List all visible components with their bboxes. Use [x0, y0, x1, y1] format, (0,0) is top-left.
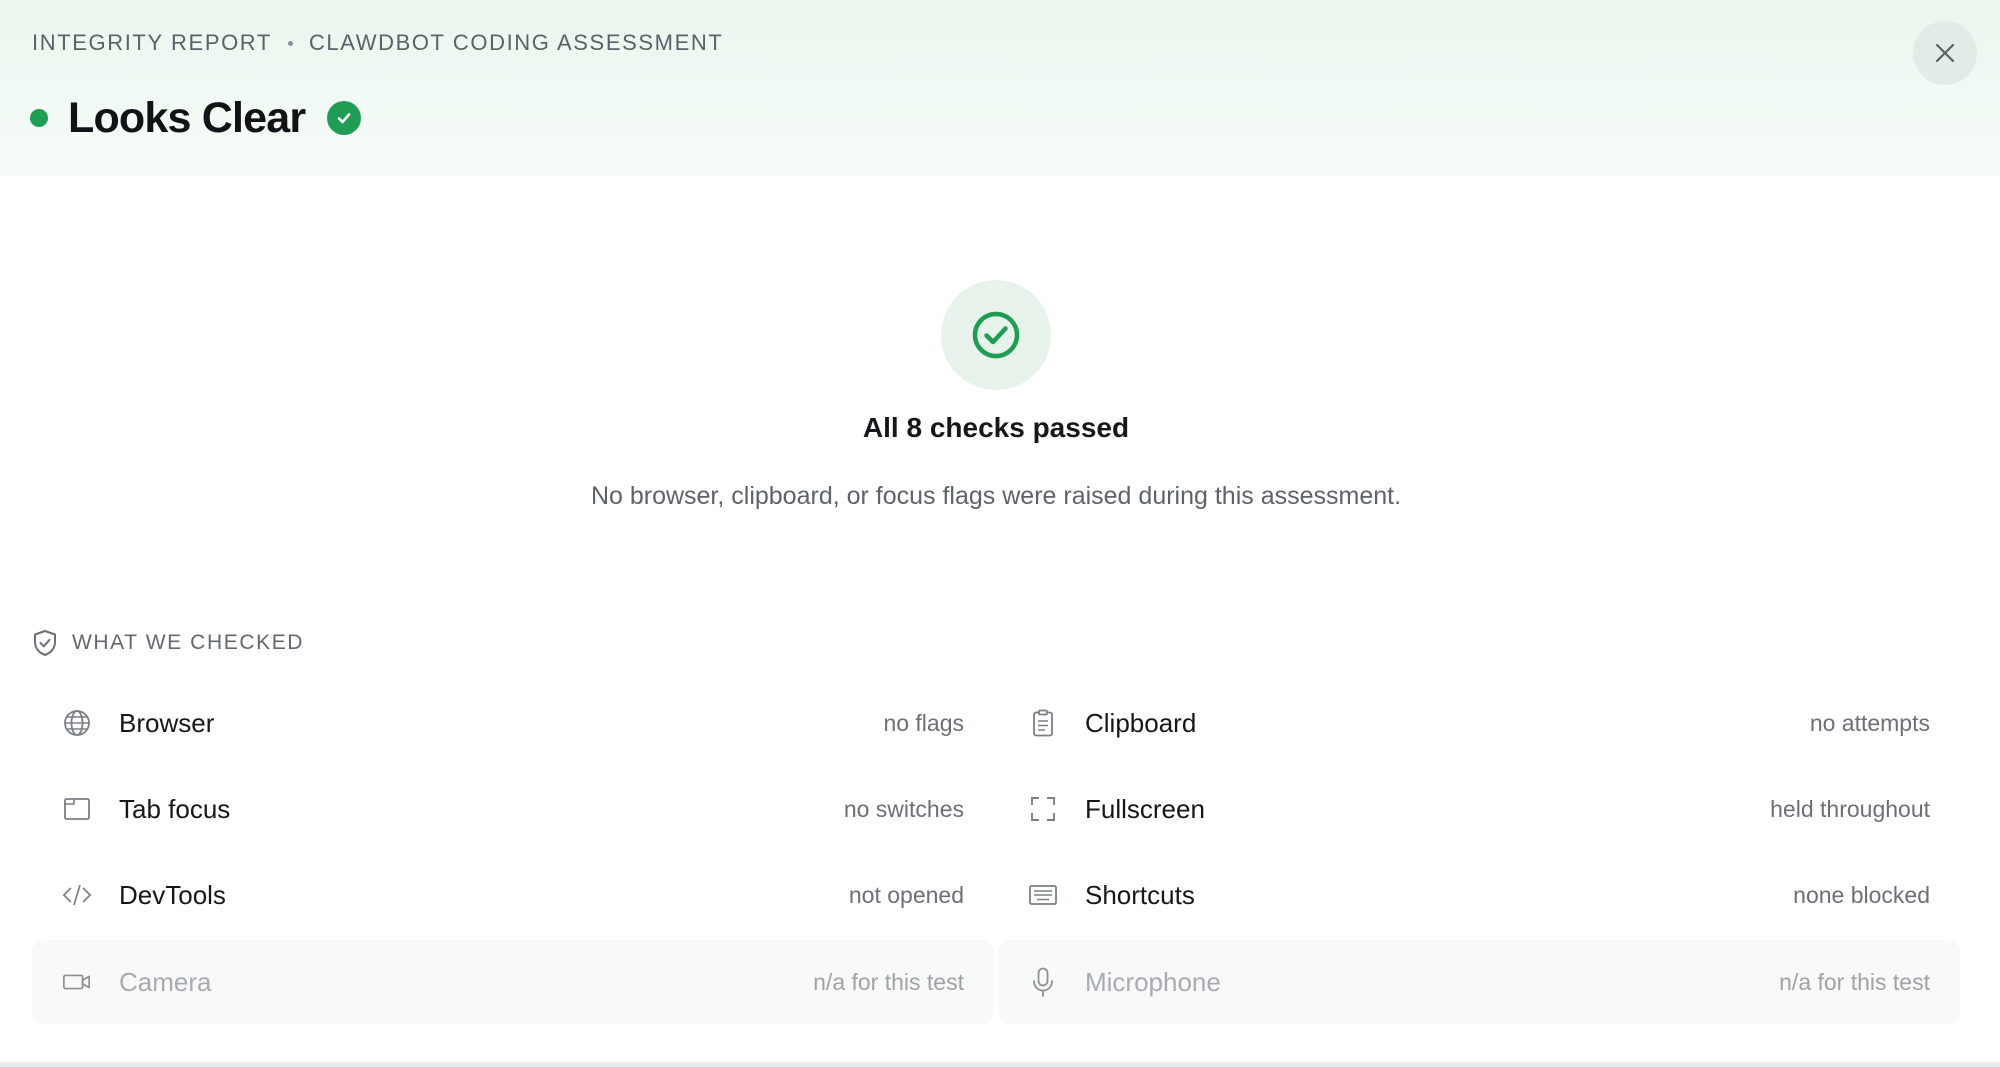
- check-name: Browser: [119, 708, 215, 738]
- keyboard-icon: [1028, 880, 1058, 910]
- status-row: Looks Clear: [30, 88, 362, 148]
- code-icon: [62, 880, 92, 910]
- bottom-divider: [0, 1062, 2000, 1067]
- check-item-camera: Camera n/a for this test: [32, 940, 994, 1024]
- camera-icon: [62, 967, 92, 997]
- check-name: Clipboard: [1085, 708, 1197, 738]
- check-item-browser: Browser no flags: [32, 681, 994, 765]
- check-item-devtools: DevTools not opened: [32, 853, 994, 937]
- check-name: Shortcuts: [1085, 880, 1195, 910]
- status-title: Looks Clear: [68, 93, 306, 142]
- check-name: Fullscreen: [1085, 794, 1205, 824]
- check-status: no switches: [843, 796, 964, 822]
- check-status: n/a for this test: [813, 969, 964, 995]
- summary-title: All 8 checks passed: [862, 412, 1130, 443]
- report-type-label: INTEGRITY REPORT: [32, 30, 272, 55]
- summary-text: No browser, clipboard, or focus flags we…: [590, 482, 1402, 510]
- check-status: none blocked: [1793, 882, 1930, 908]
- assessment-name: CLAWDBOT CODING ASSESSMENT: [308, 30, 724, 55]
- status-dot: [30, 109, 48, 127]
- check-status: n/a for this test: [1779, 969, 1930, 995]
- check-status: held throughout: [1770, 796, 1930, 822]
- check-item-shortcuts: Shortcuts none blocked: [998, 853, 1960, 937]
- check-name: Tab focus: [119, 794, 231, 824]
- shield-check-icon: [34, 630, 56, 656]
- check-status: not opened: [848, 882, 964, 908]
- check-item-tab-focus: Tab focus no switches: [32, 767, 994, 851]
- globe-icon: [62, 708, 92, 738]
- check-status: no flags: [883, 710, 964, 736]
- check-item-clipboard: Clipboard no attempts: [998, 681, 1960, 765]
- close-button[interactable]: [1913, 21, 1977, 85]
- check-item-fullscreen: Fullscreen held throughout: [998, 767, 1960, 851]
- window-icon: [62, 794, 92, 824]
- report-header: INTEGRITY REPORT CLAWDBOT CODING ASSESSM…: [0, 0, 2000, 176]
- check-item-microphone: Microphone n/a for this test: [998, 940, 1960, 1024]
- check-name: Camera: [119, 967, 212, 997]
- checks-section-header: WHAT WE CHECKED: [32, 628, 304, 658]
- check-name: DevTools: [119, 880, 226, 910]
- microphone-icon: [1028, 967, 1058, 997]
- integrity-report-page: INTEGRITY REPORT CLAWDBOT CODING ASSESSM…: [0, 0, 2000, 1067]
- clipboard-icon: [1028, 708, 1058, 738]
- eyebrow-separator: [287, 40, 293, 46]
- check-name: Microphone: [1085, 967, 1221, 997]
- close-icon: [1935, 43, 1955, 63]
- checks-section-title: WHAT WE CHECKED: [72, 631, 305, 654]
- report-eyebrow: INTEGRITY REPORT CLAWDBOT CODING ASSESSM…: [32, 30, 723, 56]
- fullscreen-icon: [1028, 794, 1058, 824]
- check-circle-icon: [327, 101, 362, 135]
- check-circle-icon: [972, 311, 1020, 359]
- check-status: no attempts: [1809, 710, 1930, 736]
- summary-badge: [941, 280, 1051, 390]
